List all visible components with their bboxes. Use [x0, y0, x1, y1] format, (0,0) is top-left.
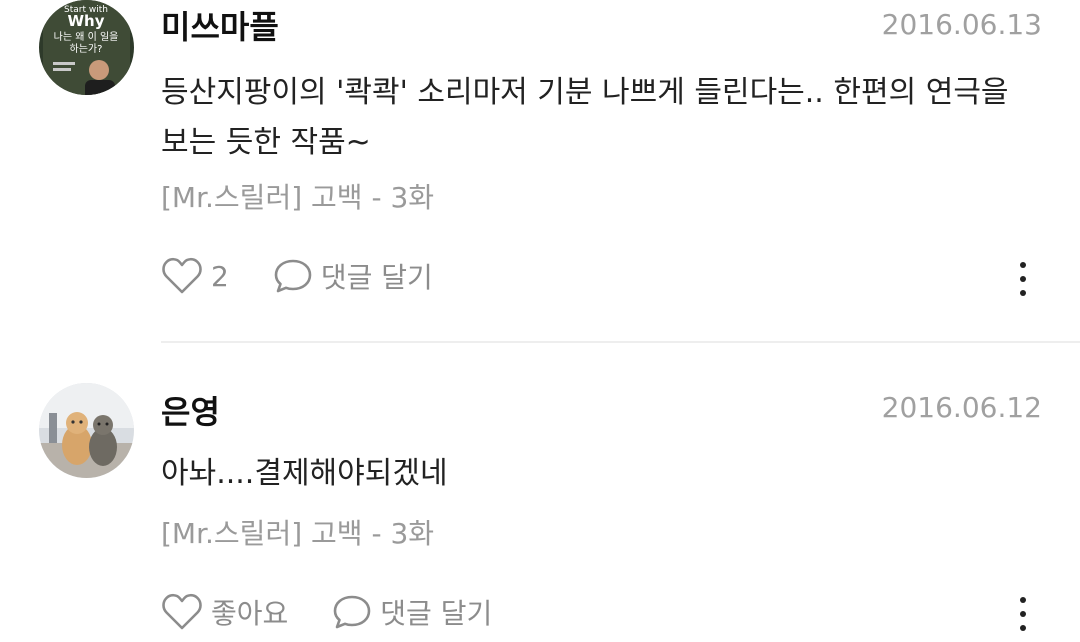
more-vertical-icon-dot	[1020, 625, 1026, 631]
comment-item: 은영 2016.06.12 아놔....결제해야되겠네 [Mr.스릴러] 고백 …	[0, 383, 1080, 642]
comment-divider	[161, 341, 1080, 343]
speech-bubble-icon	[333, 595, 371, 629]
more-vertical-icon-dot	[1020, 262, 1026, 268]
episode-link[interactable]: [Mr.스릴러] 고백 - 3화	[161, 512, 434, 552]
like-button[interactable]: 좋아요	[161, 592, 288, 632]
avatar[interactable]	[39, 383, 134, 478]
more-vertical-icon-dot	[1020, 611, 1026, 617]
heart-outline-icon	[162, 257, 202, 294]
like-button[interactable]: 2	[161, 257, 229, 295]
reply-label: 댓글 달기	[380, 597, 493, 630]
more-vertical-icon-dot	[1020, 290, 1026, 296]
more-options-button[interactable]	[1011, 591, 1035, 637]
comment-author[interactable]: 은영	[161, 387, 220, 433]
comment-item: Start with Why 나는 왜 이 일을 하는가? 미쓰마플 2016.…	[0, 0, 1080, 340]
avatar[interactable]: Start with Why 나는 왜 이 일을 하는가?	[39, 0, 134, 95]
comment-actions: 좋아요 댓글 달기	[161, 589, 492, 635]
comment-author[interactable]: 미쓰마플	[161, 2, 279, 48]
heart-outline-icon	[162, 593, 202, 630]
book-cover-avatar-image: Start with Why 나는 왜 이 일을 하는가?	[39, 0, 134, 95]
like-label: 좋아요	[211, 597, 289, 630]
reply-label: 댓글 달기	[320, 261, 433, 294]
comment-date: 2016.06.13	[881, 8, 1042, 41]
episode-link[interactable]: [Mr.스릴러] 고백 - 3화	[161, 176, 434, 216]
like-count: 2	[211, 259, 229, 293]
more-vertical-icon-dot	[1020, 597, 1026, 603]
book-cover-line4: 하는가?	[70, 42, 103, 55]
book-cover-line3: 나는 왜 이 일을	[54, 31, 119, 43]
book-cover-line2: Why	[67, 12, 104, 30]
comment-date: 2016.06.12	[881, 391, 1042, 424]
comment-actions: 2 댓글 달기	[161, 253, 433, 299]
comment-text: 아놔....결제해야되겠네	[161, 456, 448, 491]
cats-avatar-image	[39, 383, 134, 478]
comment-text: 등산지팡이의 '콱콱' 소리마저 기분 나쁘게 들린다는.. 한편의 연극을 보…	[161, 75, 1009, 160]
speech-bubble-icon	[274, 259, 312, 293]
reply-button[interactable]: 댓글 달기	[273, 256, 433, 296]
reply-button[interactable]: 댓글 달기	[332, 592, 492, 632]
more-vertical-icon-dot	[1020, 276, 1026, 282]
more-options-button[interactable]	[1011, 256, 1035, 302]
